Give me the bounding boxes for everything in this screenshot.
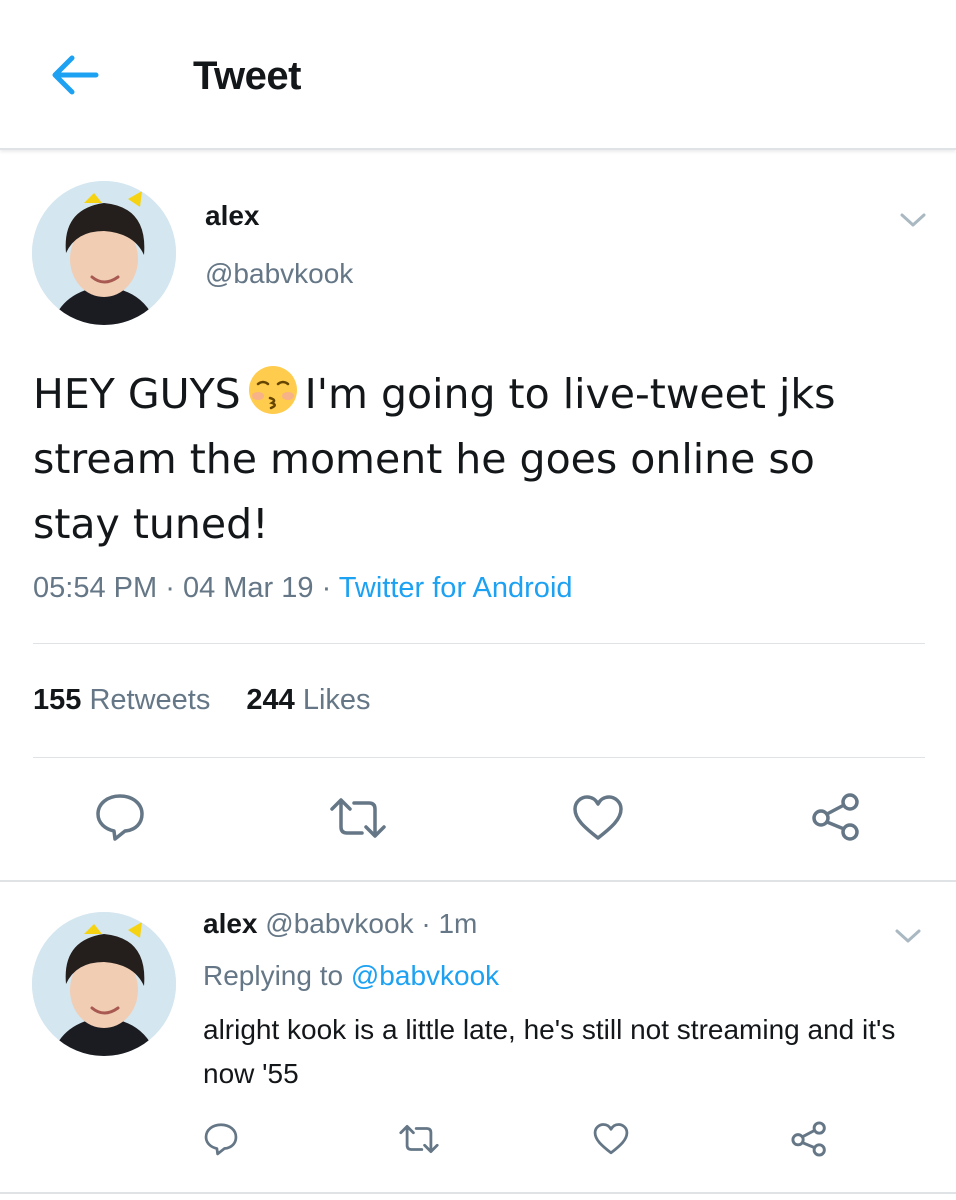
divider xyxy=(33,757,925,758)
replying-to: Replying to @babvkook xyxy=(203,960,499,992)
likes-label: Likes xyxy=(302,684,371,716)
tweet-date: 04 Mar 19 xyxy=(182,572,314,604)
reply-reply-button[interactable] xyxy=(203,1122,239,1156)
back-button[interactable] xyxy=(48,52,100,98)
tweet-menu-button[interactable] xyxy=(898,210,928,230)
retweet-icon xyxy=(330,798,386,838)
tweet-source-link[interactable]: Twitter for Android xyxy=(339,572,573,604)
retweets-count: 155 xyxy=(33,684,82,716)
author-name[interactable]: alex xyxy=(205,200,260,232)
avatar[interactable] xyxy=(32,181,176,325)
reply-button[interactable] xyxy=(94,792,146,842)
separator: · xyxy=(421,908,431,939)
author-handle[interactable]: @babvkook xyxy=(205,258,353,290)
tweet-meta: 05:54 PM · 04 Mar 19 · Twitter for Andro… xyxy=(33,572,573,605)
reply-share-button[interactable] xyxy=(790,1120,828,1158)
tweet-text: HEY GUYS I'm going to live-tweet jks str… xyxy=(33,362,913,557)
separator: · xyxy=(321,572,332,604)
reply-menu-button[interactable] xyxy=(893,926,923,946)
section-divider xyxy=(0,880,956,882)
chevron-down-icon xyxy=(900,213,926,227)
arrow-left-icon xyxy=(52,55,99,95)
reply-avatar[interactable] xyxy=(32,912,176,1056)
likes-stat[interactable]: 244 Likes xyxy=(246,684,370,716)
replying-label: Replying to xyxy=(203,960,344,991)
reply-retweet-button[interactable] xyxy=(398,1124,440,1154)
tweet-text-start: HEY GUYS xyxy=(33,370,241,418)
like-button[interactable] xyxy=(572,795,624,841)
reply-timestamp: 1m xyxy=(438,908,478,939)
reply-header: alex @babvkook · 1m xyxy=(203,908,477,940)
retweets-stat[interactable]: 155 Retweets xyxy=(33,684,210,716)
retweets-label: Retweets xyxy=(89,684,211,716)
tweet-time: 05:54 PM xyxy=(33,572,158,604)
retweet-icon xyxy=(399,1124,439,1153)
divider xyxy=(33,643,925,644)
top-bar: Tweet xyxy=(0,0,956,150)
heart-icon xyxy=(593,1123,629,1155)
reply-author-name[interactable]: alex xyxy=(203,908,258,939)
page-title: Tweet xyxy=(193,54,301,98)
replying-to-mention[interactable]: @babvkook xyxy=(351,960,499,991)
section-divider xyxy=(0,1192,956,1194)
reply-icon xyxy=(204,1123,238,1156)
share-icon xyxy=(791,1121,826,1157)
likes-count: 244 xyxy=(246,684,295,716)
retweet-button[interactable] xyxy=(328,797,388,839)
tweet-stats: 155 Retweets 244 Likes xyxy=(33,684,399,717)
kissing-face-emoji-icon xyxy=(247,364,299,416)
reply-text: alright kook is a little late, he's stil… xyxy=(203,1014,896,1089)
reply-like-button[interactable] xyxy=(593,1123,629,1155)
share-button[interactable] xyxy=(810,792,862,842)
separator: · xyxy=(165,572,175,604)
reply-icon xyxy=(96,794,144,841)
reply-author-handle[interactable]: @babvkook xyxy=(265,908,413,939)
share-icon xyxy=(812,793,859,841)
chevron-down-icon xyxy=(895,929,921,943)
heart-icon xyxy=(573,795,623,840)
